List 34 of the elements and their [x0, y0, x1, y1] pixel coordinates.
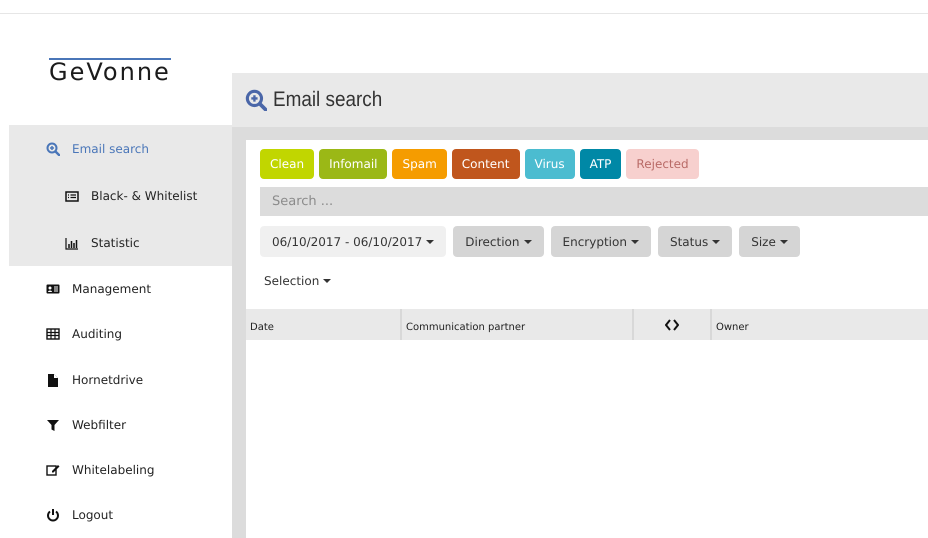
filter-dropdown[interactable]: 06/10/2017 - 06/10/2017 [260, 226, 446, 257]
sidebar-item[interactable]: Management [9, 266, 232, 312]
search-icon [245, 89, 267, 111]
sidebar-item[interactable]: Webfilter [9, 402, 232, 448]
chart-icon [65, 236, 79, 250]
filter-dropdown[interactable]: Selection [260, 265, 336, 296]
search-field[interactable]: Search ... [260, 187, 928, 216]
list-icon [65, 188, 79, 203]
sidebar-item[interactable]: Logout [9, 492, 232, 538]
power-icon [46, 508, 60, 522]
sidebar-item[interactable]: Black- & Whitelist [9, 172, 232, 220]
filter-dropdown[interactable]: Direction [453, 226, 544, 257]
sidebar-item[interactable]: Auditing [9, 312, 232, 357]
column-header[interactable]: Date [250, 322, 274, 333]
filter-tag[interactable]: ATP [580, 149, 622, 179]
filter-dropdown[interactable]: Status [658, 226, 732, 257]
sidebar-item[interactable]: Statistic [9, 219, 232, 266]
column-header[interactable]: Owner [716, 322, 749, 333]
filter-tag[interactable]: Content [452, 149, 520, 179]
sidebar-item[interactable]: Hornetdrive [9, 356, 232, 402]
sidebar-item[interactable]: Whitelabeling [9, 447, 232, 493]
sort-icon[interactable] [665, 318, 679, 332]
column-header[interactable]: Communication partner [406, 322, 526, 333]
logo: GeVonne [49, 58, 171, 83]
sidebar-item[interactable]: Email search [9, 125, 232, 172]
table-icon [46, 327, 60, 342]
filter-dropdown[interactable]: Size [739, 226, 800, 257]
page-title: Email search [273, 88, 382, 112]
edit-icon [46, 463, 60, 478]
filter-dropdown[interactable]: Encryption [550, 226, 651, 257]
search-icon [46, 142, 60, 156]
card-icon [46, 282, 60, 296]
file-icon [46, 372, 60, 387]
filter-icon [46, 418, 60, 432]
